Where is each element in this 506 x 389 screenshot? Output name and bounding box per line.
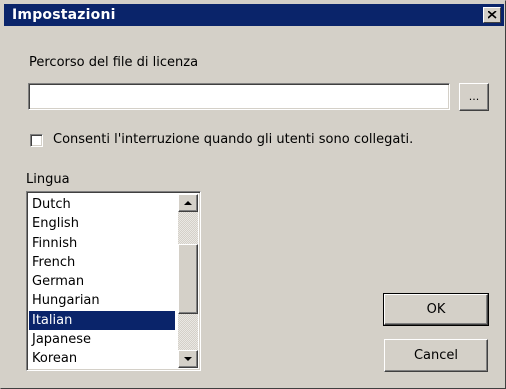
language-listbox[interactable]: Dutch English Finnish French German Hungarian… (26, 191, 201, 371)
language-item[interactable]: English (29, 214, 175, 233)
license-path-input[interactable] (28, 83, 450, 110)
cancel-button[interactable]: Cancel (384, 339, 488, 372)
scroll-up-button[interactable] (178, 194, 198, 212)
language-item[interactable]: Korean (29, 349, 175, 368)
ok-button-label: OK (426, 302, 446, 317)
scroll-down-button[interactable] (178, 350, 198, 368)
allow-interrupt-label[interactable]: Consenti l'interruzione quando gli utent… (53, 132, 413, 147)
browse-button[interactable]: ... (459, 83, 489, 111)
arrow-up-icon (184, 201, 192, 205)
title-bar[interactable]: Impostazioni (4, 4, 504, 26)
language-item[interactable]: French (29, 253, 175, 272)
cancel-button-label: Cancel (413, 348, 459, 363)
settings-dialog: Impostazioni Percorso del file di licenz… (0, 0, 506, 389)
language-item[interactable]: Japanese (29, 330, 175, 349)
language-label: Lingua (26, 172, 70, 187)
language-item[interactable]: Finnish (29, 234, 175, 253)
language-list: Dutch English Finnish French German Hungarian… (29, 195, 175, 369)
language-scrollbar[interactable] (178, 194, 198, 368)
language-item[interactable]: Dutch (29, 195, 175, 214)
language-item[interactable]: Hungarian (29, 291, 175, 310)
window-title: Impostazioni (12, 7, 116, 23)
scroll-thumb[interactable] (178, 244, 198, 314)
allow-interrupt-checkbox[interactable] (30, 134, 43, 147)
close-icon (488, 11, 497, 19)
arrow-down-icon (184, 357, 192, 361)
license-path-label: Percorso del file di licenza (29, 55, 199, 70)
ok-button[interactable]: OK (383, 293, 489, 326)
close-button[interactable] (483, 7, 501, 23)
language-item[interactable]: German (29, 272, 175, 291)
browse-button-label: ... (468, 90, 480, 103)
language-item[interactable]: Italian (29, 310, 175, 331)
